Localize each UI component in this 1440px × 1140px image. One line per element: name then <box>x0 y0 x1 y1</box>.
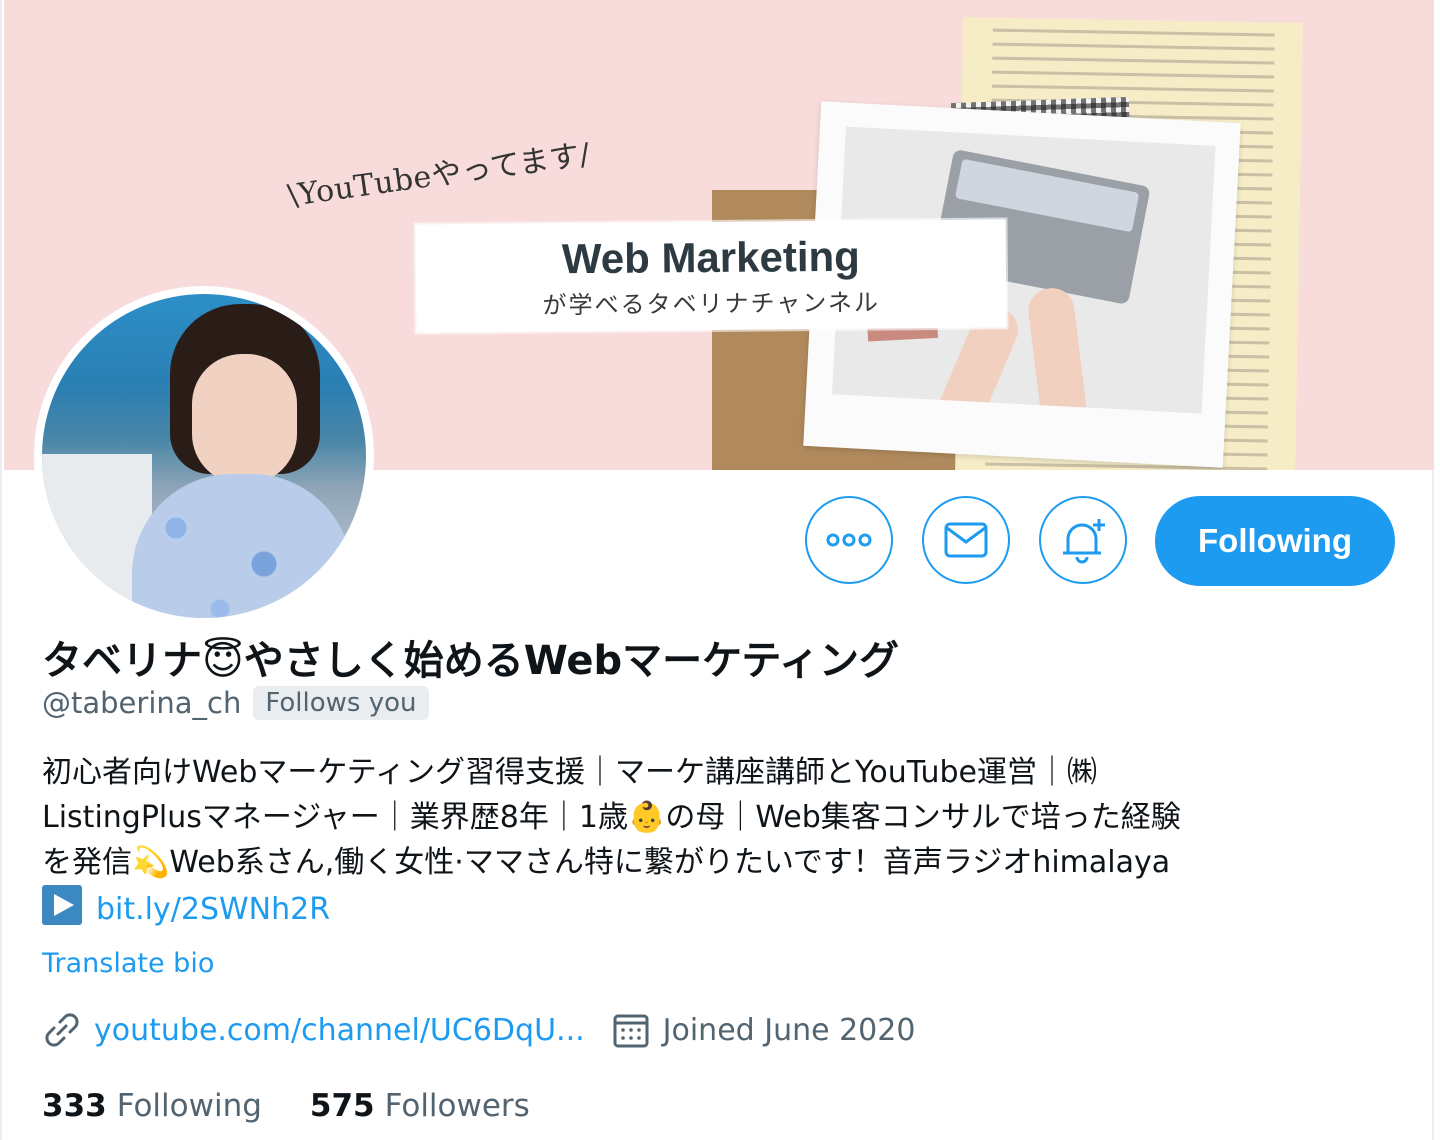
following-stat[interactable]: 333 Following <box>42 1088 262 1124</box>
bio-line: を発信💫Web系さん,働く女性·ママさん特に繋がりたいです！音声ラジオhimal… <box>42 840 1392 885</box>
website-link[interactable]: youtube.com/channel/UC6DqU... <box>94 1013 585 1048</box>
joined-date: Joined June 2020 <box>662 1012 916 1048</box>
dizzy-emoji: 💫 <box>132 845 170 880</box>
following-button[interactable]: Following <box>1155 496 1395 586</box>
following-label: Following <box>116 1088 262 1124</box>
banner-title: Web Marketing <box>561 232 861 283</box>
calendar-icon <box>613 1014 649 1048</box>
bio-text: Web系さん,働く女性·ママさん特に繋がりたいです！音声ラジオhimalaya <box>169 845 1171 880</box>
baby-emoji: 👶 <box>627 800 666 835</box>
bio-text: の母｜Web集客コンサルで培った経験 <box>665 800 1181 835</box>
followers-count: 575 <box>309 1088 375 1124</box>
notify-button[interactable] <box>1039 496 1127 584</box>
arm-right <box>1025 285 1089 414</box>
link-icon <box>45 1013 79 1047</box>
more-icon <box>826 533 872 547</box>
handle-row: @taberina_ch Follows you <box>42 686 429 720</box>
bio-link[interactable]: bit.ly/2SWNh2R <box>96 892 330 927</box>
more-button[interactable] <box>805 496 893 584</box>
follows-you-badge: Follows you <box>253 686 429 720</box>
banner-subtitle: が学べるタベリナチャンネル <box>542 288 881 320</box>
bio-text: ListingPlusマネージャー｜業界歴8年｜1歳 <box>42 800 628 835</box>
following-count: 333 <box>42 1088 107 1124</box>
avatar[interactable] <box>34 286 374 626</box>
bio-text: を発信 <box>42 845 132 880</box>
translate-bio-link[interactable]: Translate bio <box>42 948 214 979</box>
banner-caption: \YouTubeやってます/ <box>285 136 593 215</box>
bio: 初心者向けWebマーケティング習得支援｜マーケ講座講師とYouTube運営｜㈱ … <box>42 750 1392 932</box>
profile-meta: youtube.com/channel/UC6DqU... Joined Jun… <box>42 1010 941 1050</box>
display-name-part: タベリナ <box>42 638 202 684</box>
bell-plus-icon <box>1063 519 1105 564</box>
followers-label: Followers <box>384 1088 530 1124</box>
handle: @taberina_ch <box>42 686 242 720</box>
message-button[interactable] <box>922 496 1010 584</box>
bio-line: 初心者向けWebマーケティング習得支援｜マーケ講座講師とYouTube運営｜㈱ <box>42 755 1097 790</box>
joined-item: Joined June 2020 <box>611 1010 916 1050</box>
mail-icon <box>944 522 988 558</box>
profile-card: \YouTubeやってます/ Web Marketing が学べるタベリナチャン… <box>0 0 1434 1140</box>
avatar-photo <box>42 294 366 618</box>
follow-stats: 333 Following 575 Followers <box>42 1088 530 1124</box>
website-item: youtube.com/channel/UC6DqU... <box>42 1010 585 1050</box>
play-button-icon <box>42 885 82 925</box>
bio-line: bit.ly/2SWNh2R <box>42 885 1392 932</box>
bio-line: ListingPlusマネージャー｜業界歴8年｜1歳👶の母｜Web集客コンサルで… <box>42 795 1392 840</box>
banner-title-strip: Web Marketing が学べるタベリナチャンネル <box>415 219 1007 333</box>
display-name-part: やさしく始めるWebマーケティング <box>243 638 899 684</box>
display-name: タベリナ😇やさしく始めるWebマーケティング <box>42 628 899 686</box>
halo-emoji: 😇 <box>202 638 244 684</box>
followers-stat[interactable]: 575 Followers <box>310 1088 530 1124</box>
